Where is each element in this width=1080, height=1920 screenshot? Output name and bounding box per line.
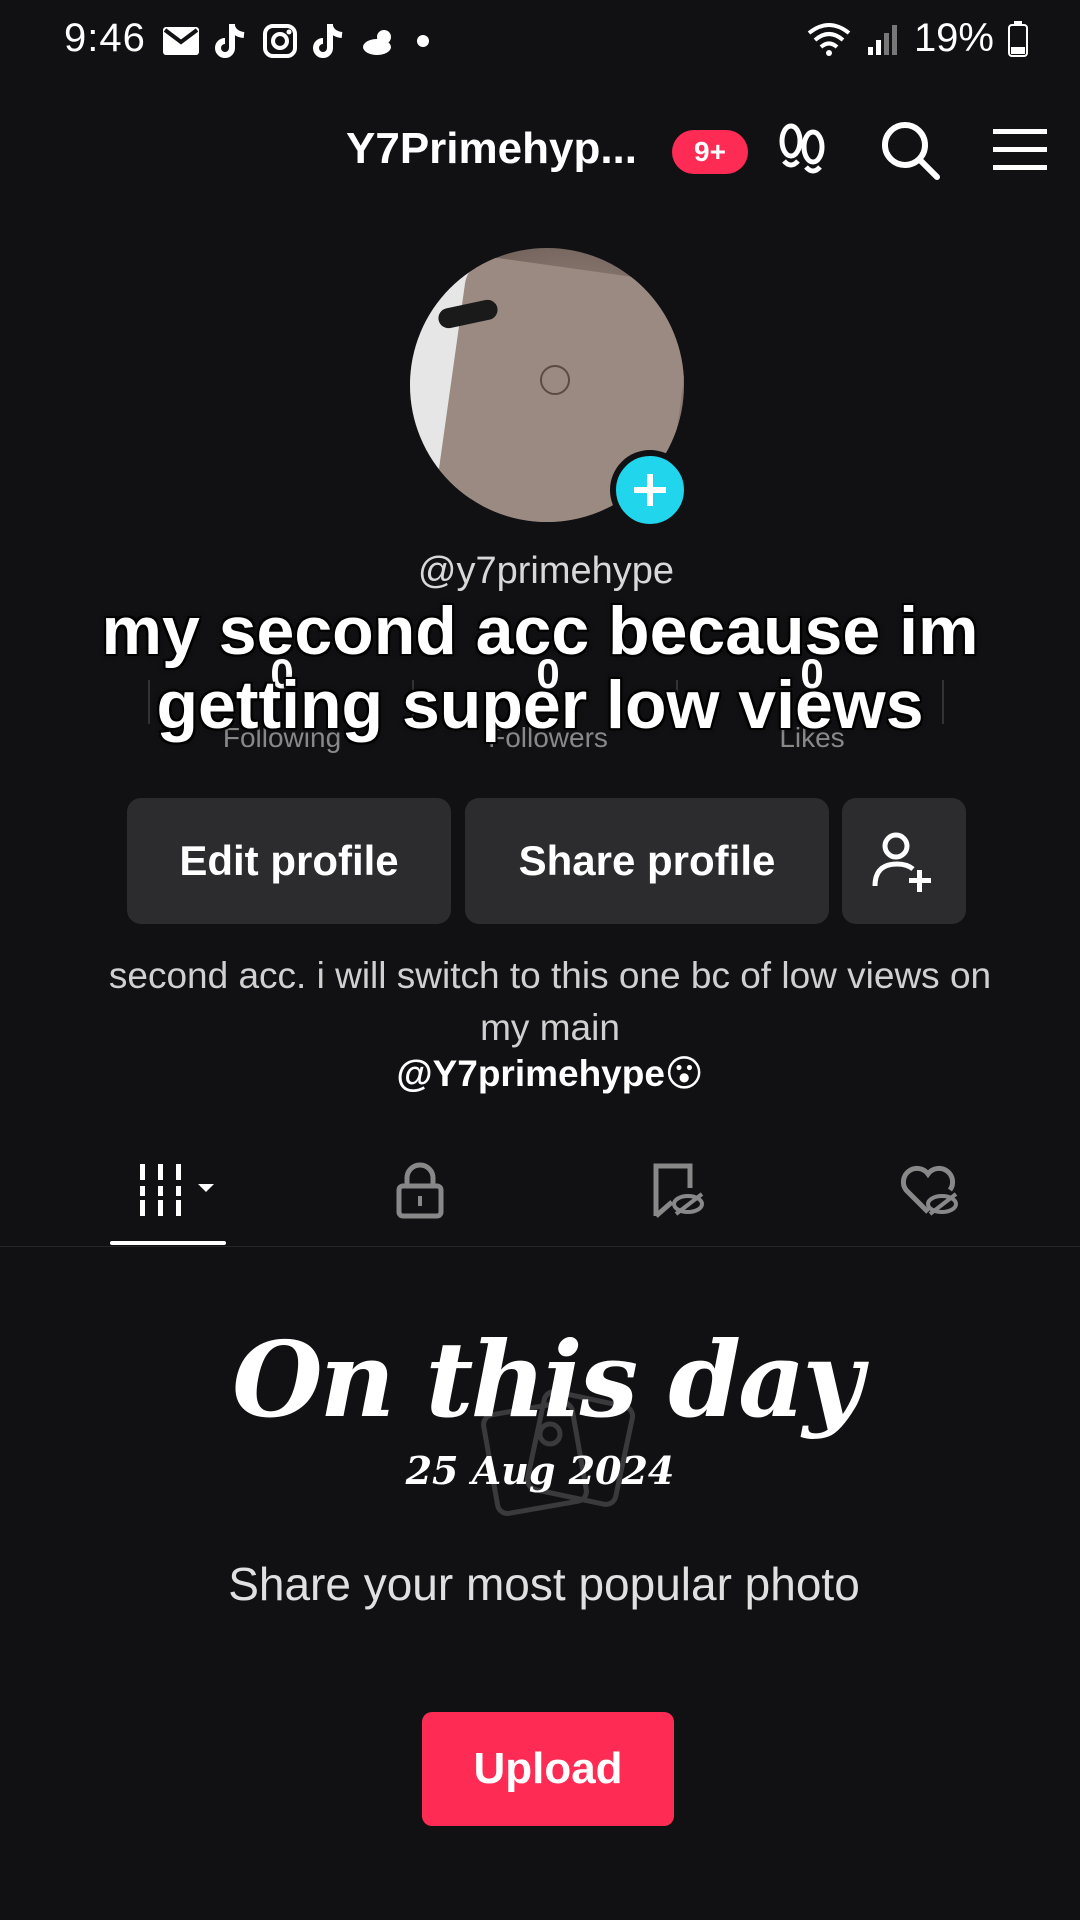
tab-reposts[interactable] [636,1155,716,1225]
status-right: 19% [806,16,1028,61]
caption-line-2: getting super low views [156,667,924,743]
grid-icon [140,1164,214,1216]
mail-icon [163,27,199,55]
add-avatar-button[interactable] [610,450,690,530]
menu-icon[interactable] [988,118,1052,182]
dot-icon [417,35,429,47]
tab-private[interactable] [380,1155,460,1225]
edit-profile-button[interactable]: Edit profile [127,798,451,924]
weather-icon [363,30,391,55]
battery-icon [1008,20,1028,57]
battery-percent: 19% [913,16,994,60]
upload-button[interactable]: Upload [422,1712,674,1826]
bio-text: second acc. i will switch to this one bc… [108,955,992,1048]
instagram-icon [263,24,297,58]
tab-videos[interactable] [136,1155,226,1225]
add-friend-button[interactable] [842,798,966,924]
bio-handle-link[interactable]: @Y7primehype😮 [100,1052,1000,1095]
on-this-day-title: On this day [232,1318,863,1441]
share-profile-button[interactable]: Share profile [465,798,829,924]
hidden-bookmark-icon [653,1163,704,1218]
on-this-day-date: 25 Aug 2024 [405,1448,675,1493]
tab-liked[interactable] [888,1155,968,1225]
active-tab-indicator [110,1241,226,1245]
hidden-heart-icon [900,1165,958,1216]
caption-line-1: my second acc because im [101,593,979,669]
share-prompt: Share your most popular photo [228,1558,860,1610]
tiktok-icon [215,24,245,58]
video-caption-overlay: my second acc because im getting super l… [0,594,1080,742]
footprints-icon[interactable] [770,118,834,182]
wifi-icon [807,22,851,56]
search-icon[interactable] [878,118,942,182]
profile-switcher-title[interactable]: Y7Primehyp... [346,124,637,174]
add-person-icon [872,832,931,892]
tabs-divider [0,1246,1080,1247]
signal-icon [867,24,897,55]
notification-icons [162,18,432,64]
tiktok-icon [313,24,343,58]
username: @y7primehype [417,550,675,592]
status-time: 9:46 [64,16,146,60]
lock-icon [396,1162,444,1219]
notification-badge: 9+ [672,130,748,174]
